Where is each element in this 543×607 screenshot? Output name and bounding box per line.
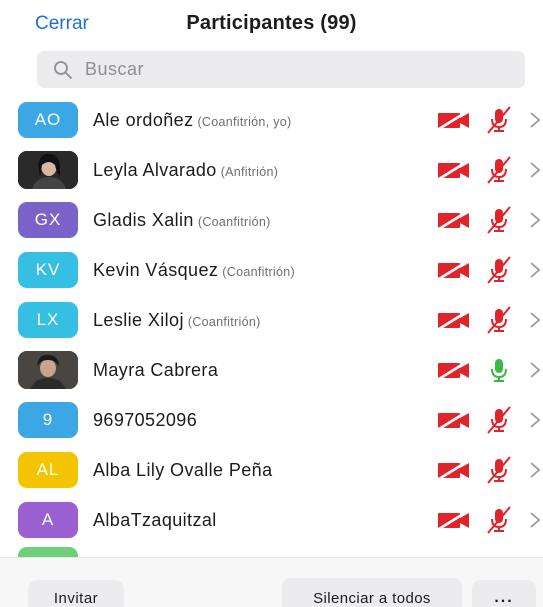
chevron-right-icon[interactable] (528, 410, 542, 430)
mic-muted-icon[interactable] (486, 256, 512, 284)
avatar-initials: A (41, 510, 55, 529)
avatar: GX (18, 202, 78, 238)
participant-row-partial[interactable] (0, 545, 543, 557)
page-title: Participantes (99) (186, 12, 357, 34)
chevron-right-icon[interactable] (528, 460, 542, 480)
avatar-initials: LX (36, 310, 60, 329)
chevron-right-icon[interactable] (528, 510, 542, 530)
video-off-icon[interactable] (436, 409, 472, 431)
participant-role: (Coanfitrión) (187, 314, 261, 329)
participant-name-wrap: Leslie Xiloj (Coanfitrión) (93, 310, 261, 331)
participant-name-wrap: Leyla Alvarado (Anfitrión) (93, 160, 278, 181)
search-placeholder: Buscar (85, 59, 145, 79)
participant-row[interactable]: KV Kevin Vásquez (Coanfitrión) (0, 245, 543, 295)
avatar: 9 (18, 402, 78, 438)
avatar (18, 547, 78, 557)
participant-name-wrap: Alba Lily Ovalle Peña (93, 460, 277, 481)
participant-name: Leyla Alvarado (93, 159, 217, 180)
chevron-right-icon[interactable] (528, 110, 542, 130)
mic-muted-icon[interactable] (486, 306, 512, 334)
profile-photo-icon (18, 351, 78, 389)
profile-photo-icon (18, 151, 78, 189)
chevron-right-icon[interactable] (528, 360, 542, 380)
chevron-right-icon[interactable] (528, 260, 542, 280)
avatar (18, 151, 78, 189)
participant-row[interactable]: GX Gladis Xalin (Coanfitrión) (0, 195, 543, 245)
avatar: A (18, 502, 78, 538)
participant-role: (Coanfitrión) (197, 214, 271, 229)
participant-name: AlbaTzaquitzal (93, 509, 217, 530)
video-off-icon[interactable] (436, 509, 472, 531)
avatar: AO (18, 102, 78, 138)
mic-muted-icon[interactable] (486, 506, 512, 534)
participant-name-wrap: AlbaTzaquitzal (93, 510, 221, 531)
video-off-icon[interactable] (436, 209, 472, 231)
avatar (18, 351, 78, 389)
participant-name-wrap: Kevin Vásquez (Coanfitrión) (93, 260, 295, 281)
video-off-icon[interactable] (436, 459, 472, 481)
search-input[interactable]: Buscar (37, 51, 525, 88)
avatar-initials: AO (34, 110, 62, 129)
mute-all-button[interactable]: Silenciar a todos (282, 578, 462, 607)
chevron-right-icon[interactable] (528, 160, 542, 180)
avatar-initials: 9 (42, 410, 54, 429)
participant-role: (Coanfitrión) (222, 264, 295, 279)
video-off-icon[interactable] (436, 309, 472, 331)
participant-row[interactable]: AO Ale ordoñez (Coanfitrión, yo) (0, 95, 543, 145)
avatar-initials: AL (36, 460, 60, 479)
avatar: AL (18, 452, 78, 488)
header-bar: Cerrar Participantes (99) (0, 0, 543, 48)
chevron-right-icon[interactable] (528, 210, 542, 230)
search-icon (54, 60, 72, 79)
more-options-button[interactable]: ... (472, 580, 536, 607)
participant-role: (Anfitrión) (220, 164, 279, 179)
avatar: KV (18, 252, 78, 288)
chevron-right-icon[interactable] (528, 310, 542, 330)
participant-name: Mayra Cabrera (93, 359, 219, 380)
participant-role: (Coanfitrión, yo) (197, 114, 292, 129)
participant-name-wrap: Gladis Xalin (Coanfitrión) (93, 210, 271, 231)
video-off-icon[interactable] (436, 159, 472, 181)
participant-name: 9697052096 (93, 409, 198, 430)
participant-row[interactable]: A AlbaTzaquitzal (0, 495, 543, 545)
footer-toolbar: Invitar Silenciar a todos ... (0, 557, 543, 607)
video-off-icon[interactable] (436, 359, 472, 381)
video-off-icon[interactable] (436, 259, 472, 281)
participant-name: Alba Lily Ovalle Peña (93, 459, 273, 480)
participant-row[interactable]: AL Alba Lily Ovalle Peña (0, 445, 543, 495)
participant-name-wrap: 9697052096 (93, 410, 201, 431)
participant-name: Ale ordoñez (93, 109, 194, 130)
avatar-initials: GX (34, 210, 62, 229)
participant-name: Kevin Vásquez (93, 259, 219, 280)
participant-row[interactable]: Leyla Alvarado (Anfitrión) (0, 145, 543, 195)
mic-muted-icon[interactable] (486, 406, 512, 434)
participant-name-wrap: Ale ordoñez (Coanfitrión, yo) (93, 110, 292, 131)
video-off-icon[interactable] (436, 109, 472, 131)
mic-muted-icon[interactable] (486, 456, 512, 484)
mic-muted-icon[interactable] (486, 106, 512, 134)
mic-on-icon[interactable] (486, 356, 512, 384)
participant-name: Leslie Xiloj (93, 309, 184, 330)
mic-muted-icon[interactable] (486, 206, 512, 234)
invite-button[interactable]: Invitar (28, 580, 124, 607)
participant-row[interactable]: LX Leslie Xiloj (Coanfitrión) (0, 295, 543, 345)
participants-list[interactable]: AO Ale ordoñez (Coanfitrión, yo) Leyla Al… (0, 95, 543, 550)
participant-row[interactable]: 9 9697052096 (0, 395, 543, 445)
mic-muted-icon[interactable] (486, 156, 512, 184)
participant-name: Gladis Xalin (93, 209, 194, 230)
participant-name-wrap: Mayra Cabrera (93, 360, 222, 381)
participant-row[interactable]: Mayra Cabrera (0, 345, 543, 395)
avatar-initials: KV (35, 260, 61, 279)
avatar: LX (18, 302, 78, 338)
